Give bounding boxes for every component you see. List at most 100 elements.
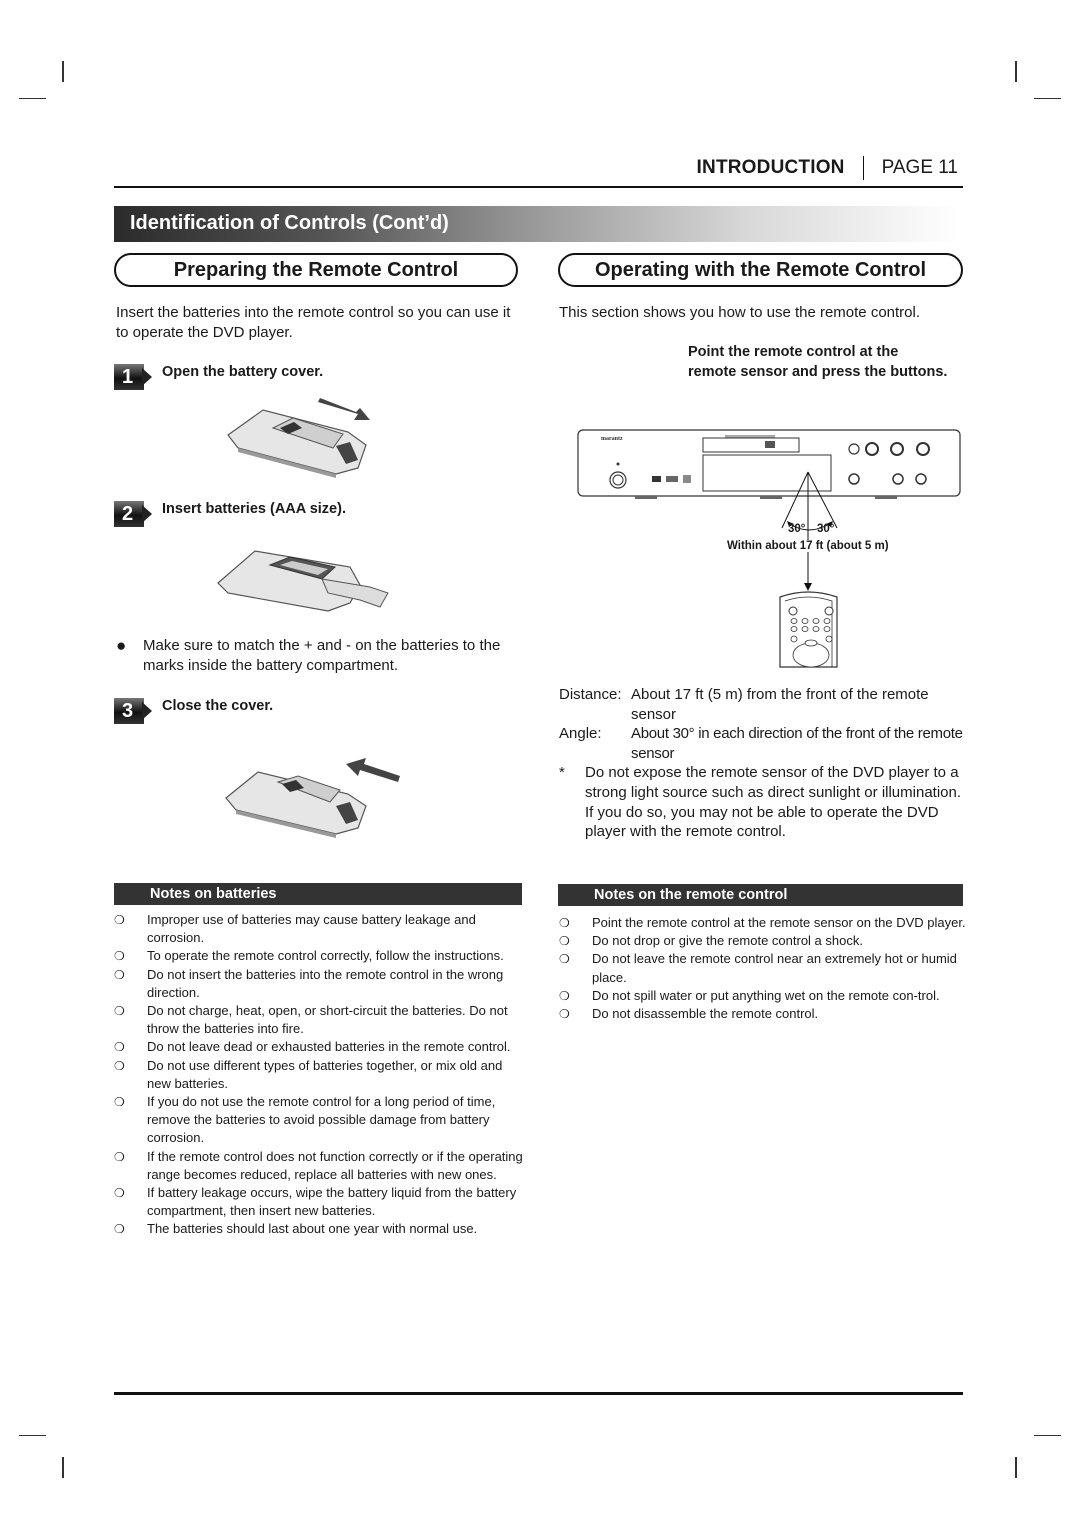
crop-mark: [1034, 98, 1061, 99]
notes-title: Notes on the remote control: [594, 887, 788, 903]
left-heading-text: Preparing the Remote Control: [173, 258, 459, 281]
note-item: ❍ If the remote control does not function…: [114, 1148, 524, 1184]
note-text: Do not drop or give the remote control a…: [592, 933, 863, 949]
note-item: ❍ Do not charge, heat, open, or short-cir…: [114, 1002, 524, 1038]
remote-insert-batteries-illustration: [217, 550, 389, 612]
notes-batteries-header: Notes on batteries: [114, 883, 522, 905]
angle-left-label: 30°: [788, 523, 806, 535]
note-item: ❍ The batteries should last about one yea…: [114, 1220, 524, 1238]
step-2: 2 Insert batteries (AAA size).: [114, 501, 346, 527]
crop-mark: [19, 1435, 46, 1436]
note-item: ❍ Do not leave dead or exhausted batterie…: [114, 1038, 524, 1056]
angle-right-label: 30°: [817, 523, 835, 535]
step-badge: 2: [114, 501, 152, 527]
step-3: 3 Close the cover.: [114, 698, 273, 724]
right-heading-text: Operating with the Remote Control: [594, 258, 927, 281]
bullet-note-text: Make sure to match the + and - on the ba…: [143, 637, 501, 674]
note-text: Do not leave dead or exhausted batteries…: [147, 1039, 511, 1055]
circle-bullet-icon: ❍: [114, 1004, 125, 1019]
note-text: Do not use different types of batteries …: [147, 1057, 503, 1091]
footer-rule: [114, 1392, 963, 1395]
crop-mark: [1015, 1457, 1017, 1478]
step-1: 1 Open the battery cover.: [114, 364, 323, 390]
circle-bullet-icon: ❍: [114, 1040, 125, 1055]
left-intro: Insert the batteries into the remote con…: [116, 304, 511, 341]
note-text: Do not charge, heat, open, or short-circ…: [147, 1003, 508, 1037]
spec-value: About 30° in each direction of the front…: [631, 725, 963, 762]
circle-bullet-icon: ❍: [114, 1222, 125, 1237]
notes-remote-list: ❍ Point the remote control at the remote …: [559, 914, 969, 1023]
section-band: Identification of Controls (Cont’d): [114, 206, 959, 242]
asterisk: *: [559, 764, 565, 782]
note-item: ❍ Improper use of batteries may cause bat…: [114, 911, 524, 947]
circle-bullet-icon: ❍: [114, 967, 125, 982]
note-item: ❍ Do not disassemble the remote control.: [559, 1005, 969, 1023]
section-title: Identification of Controls (Cont’d): [130, 212, 449, 234]
remote-close-cover-illustration: [225, 758, 400, 838]
note-item: ❍ Do not leave the remote control near an…: [559, 950, 969, 986]
circle-bullet-icon: ❍: [559, 988, 570, 1003]
note-text: Do not insert the batteries into the rem…: [147, 966, 504, 1000]
crop-mark: [62, 1457, 64, 1478]
circle-bullet-icon: ❍: [559, 916, 570, 930]
notes-remote-header: Notes on the remote control: [558, 884, 963, 906]
note-item: ❍ Point the remote control at the remote …: [559, 914, 969, 932]
circle-bullet-icon: ❍: [114, 1149, 125, 1164]
header-rule: [114, 186, 963, 188]
step-badge: 3: [114, 698, 152, 724]
spec-label: Distance:: [559, 686, 622, 703]
note-text: To operate the remote control correctly,…: [147, 948, 504, 964]
note-text: If the remote control does not function …: [147, 1148, 523, 1182]
note-item: ❍ If you do not use the remote control fo…: [114, 1093, 524, 1148]
section-name: INTRODUCTION: [696, 157, 845, 178]
note-text: Point the remote control at the remote s…: [592, 915, 966, 930]
notes-batteries-list: ❍ Improper use of batteries may cause bat…: [114, 911, 524, 1239]
right-heading: Operating with the Remote Control: [558, 253, 963, 287]
step-text: Insert batteries (AAA size).: [162, 501, 346, 517]
page-number: PAGE 11: [881, 157, 958, 178]
note-item: ❍ Do not use different types of batteries…: [114, 1057, 524, 1093]
circle-bullet-icon: ❍: [559, 1007, 570, 1022]
circle-bullet-icon: ❍: [114, 1186, 125, 1201]
brand-logo: marantz: [601, 436, 623, 442]
circle-bullet-icon: ❍: [559, 952, 570, 967]
crop-mark: [1034, 1435, 1061, 1436]
note-item: ❍ Do not insert the batteries into the re…: [114, 966, 524, 1002]
crop-mark: [19, 98, 46, 99]
remote-open-cover-illustration: [227, 398, 370, 478]
circle-bullet-icon: ❍: [114, 913, 125, 927]
circle-bullet-icon: ❍: [114, 1058, 125, 1073]
note-item: ❍ Do not drop or give the remote control …: [559, 932, 969, 950]
caution-text: Do not expose the remote sensor of the D…: [585, 764, 962, 841]
crop-mark: [1015, 61, 1017, 82]
note-text: Do not leave the remote control near an …: [592, 951, 957, 985]
spec-distance: Distance: About 17 ft (5 m) from the fro…: [559, 685, 969, 724]
note-item: ❍ Do not spill water or put anything wet …: [559, 987, 969, 1005]
note-text: Do not disassemble the remote control.: [592, 1006, 819, 1022]
step-badge: 1: [114, 364, 152, 390]
page-header: INTRODUCTION PAGE 11: [697, 156, 958, 180]
left-heading: Preparing the Remote Control: [114, 253, 518, 287]
note-text: Improper use of batteries may cause batt…: [147, 912, 476, 946]
notes-title: Notes on batteries: [150, 886, 277, 902]
note-item: ❍ If battery leakage occurs, wipe the bat…: [114, 1184, 524, 1220]
range-label: Within about 17 ft (about 5 m): [727, 540, 889, 552]
bullet-icon: ●: [116, 636, 127, 655]
spec-label: Angle:: [559, 725, 602, 743]
spec-angle: Angle: About 30° in each direction of th…: [559, 724, 969, 763]
step-text: Open the battery cover.: [162, 364, 324, 380]
note-item: ❍ To operate the remote control correctly…: [114, 947, 524, 965]
circle-bullet-icon: ❍: [559, 934, 570, 949]
note-text: If you do not use the remote control for…: [147, 1094, 496, 1146]
right-instruction: Point the remote control at the remote s…: [688, 344, 948, 380]
header-separator: [862, 156, 864, 180]
left-bullet-note: ● Make sure to match the + and - on the …: [116, 636, 526, 676]
operating-specs: Distance: About 17 ft (5 m) from the fro…: [559, 685, 969, 842]
note-text: If battery leakage occurs, wipe the batt…: [147, 1185, 517, 1219]
step-text: Close the cover.: [162, 698, 274, 714]
circle-bullet-icon: ❍: [114, 949, 125, 964]
spec-value: About 17 ft (5 m) from the front of the …: [631, 686, 929, 723]
circle-bullet-icon: ❍: [114, 1095, 125, 1110]
crop-mark: [62, 61, 64, 82]
note-text: The batteries should last about one year…: [147, 1221, 478, 1237]
